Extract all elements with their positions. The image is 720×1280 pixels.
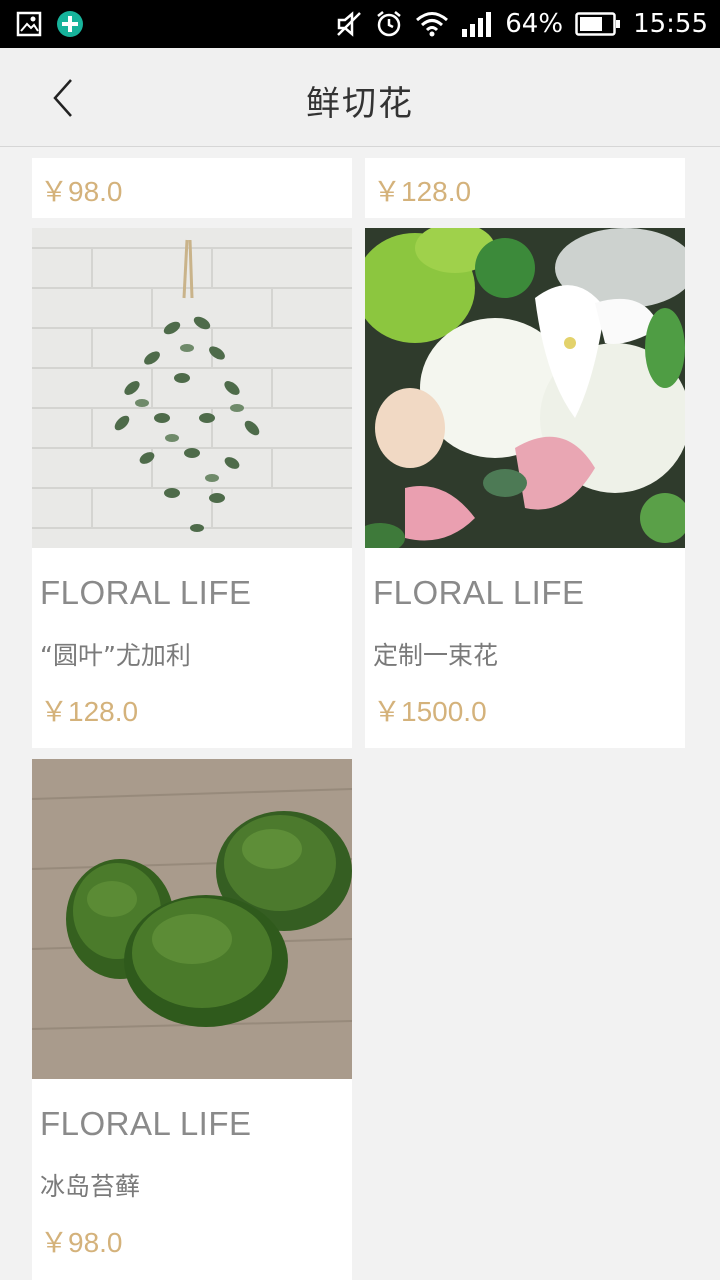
product-price: ￥128.0 <box>40 696 139 727</box>
plus-circle-icon <box>57 11 83 37</box>
clock: 15:55 <box>633 9 708 39</box>
product-card[interactable]: ￥128.0 <box>365 158 685 218</box>
product-name: “圆叶”尤加利 <box>40 641 191 670</box>
product-name: 冰岛苔藓 <box>40 1172 141 1201</box>
mute-icon <box>337 11 362 37</box>
product-grid[interactable]: ￥98.0 ￥128.0 FLORAL LIFE “圆叶”尤加利 ￥128.0 … <box>0 148 720 1280</box>
product-card[interactable]: FLORAL LIFE 冰岛苔藓 ￥98.0 <box>32 759 352 1280</box>
battery-icon <box>575 12 621 36</box>
product-card[interactable]: FLORAL LIFE 定制一束花 ￥1500.0 <box>365 228 685 748</box>
product-brand: FLORAL LIFE <box>373 574 585 611</box>
gallery-icon <box>16 11 42 37</box>
product-price: ￥98.0 <box>40 1227 123 1258</box>
status-bar: 64% 15:55 <box>0 0 720 48</box>
page-title: 鲜切花 <box>306 84 414 124</box>
product-card[interactable]: ￥98.0 <box>32 158 352 218</box>
product-image-moss <box>32 759 352 1079</box>
product-image-eucalyptus <box>32 228 352 548</box>
product-price: ￥1500.0 <box>373 696 487 727</box>
signal-icon <box>462 12 492 37</box>
wifi-icon <box>416 12 449 37</box>
product-brand: FLORAL LIFE <box>40 1105 252 1142</box>
product-price: ￥98.0 <box>40 176 123 207</box>
product-brand: FLORAL LIFE <box>40 574 252 611</box>
battery-percent: 64% <box>505 9 564 39</box>
product-card[interactable]: FLORAL LIFE “圆叶”尤加利 ￥128.0 <box>32 228 352 748</box>
product-name: 定制一束花 <box>373 641 499 670</box>
product-image-bouquet <box>365 228 685 548</box>
product-price: ￥128.0 <box>373 176 472 207</box>
alarm-icon <box>377 11 402 37</box>
title-bar: 鲜切花 <box>0 48 720 147</box>
